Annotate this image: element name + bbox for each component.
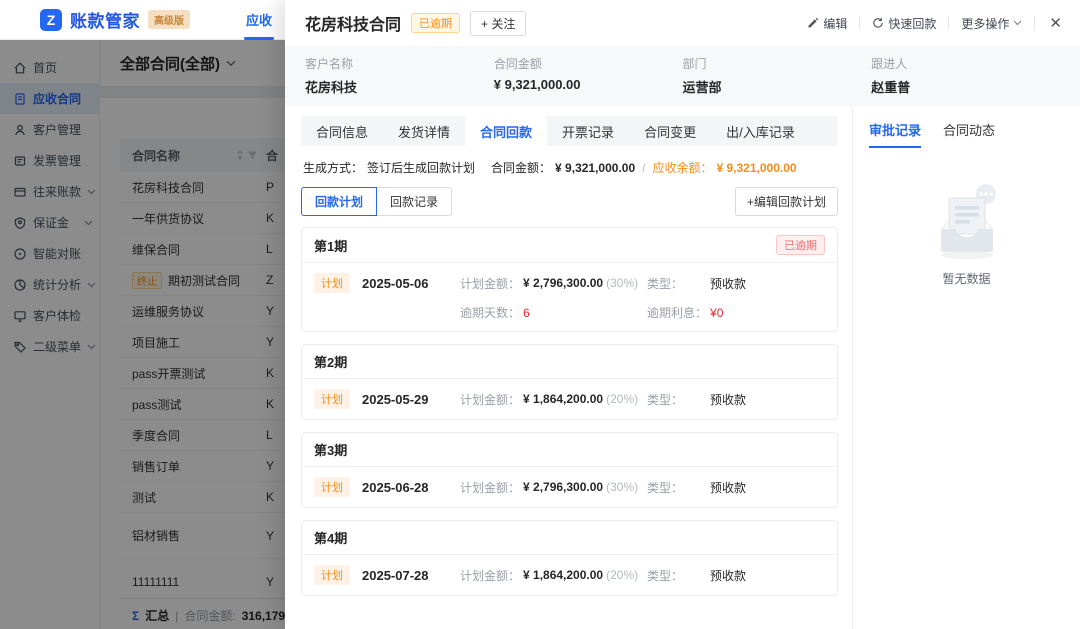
info-customer: 客户名称 花房科技 bbox=[305, 55, 494, 96]
drawer-header: 花房科技合同 已逾期 + 关注 编辑 快速回款 更多操作 ✕ bbox=[285, 0, 1080, 46]
tab-approval-records[interactable]: 审批记录 bbox=[869, 120, 921, 148]
period-title: 第2期 bbox=[314, 352, 347, 371]
tab-contract-activity[interactable]: 合同动态 bbox=[943, 120, 995, 148]
payment-period-card: 第2期 计划 2025-05-29 计划金额：¥ 1,864,200.00(20… bbox=[301, 344, 838, 420]
contract-amount-value: ¥ 9,321,000.00 bbox=[555, 161, 635, 175]
detail-tabs: 合同信息 发货详情 合同回款 开票记录 合同变更 出/入库记录 bbox=[301, 116, 838, 146]
contract-title: 花房科技合同 bbox=[305, 11, 401, 35]
payment-period-card: 第3期 计划 2025-06-28 计划金额：¥ 2,796,300.00(30… bbox=[301, 432, 838, 508]
tab-contract-changes[interactable]: 合同变更 bbox=[629, 116, 711, 146]
period-date: 2025-06-28 bbox=[362, 480, 460, 495]
divider bbox=[1034, 16, 1035, 30]
info-department: 部门 运营部 bbox=[683, 55, 872, 96]
payment-type: 预收款 bbox=[710, 275, 746, 292]
tab-contract-payment[interactable]: 合同回款 bbox=[465, 116, 547, 146]
edit-button[interactable]: 编辑 bbox=[807, 15, 847, 32]
tab-inout-records[interactable]: 出/入库记录 bbox=[711, 116, 810, 146]
app-brand-name: 账款管家 bbox=[70, 7, 140, 32]
plan-amount: ¥ 2,796,300.00 bbox=[523, 480, 603, 494]
period-overdue-badge: 已逾期 bbox=[776, 235, 825, 255]
period-date: 2025-05-29 bbox=[362, 392, 460, 407]
app-logo: Z bbox=[40, 9, 62, 31]
info-amount: 合同金额 ¥ 9,321,000.00 bbox=[494, 55, 683, 96]
pencil-icon bbox=[807, 17, 819, 29]
side-panel-tabs: 审批记录 合同动态 bbox=[869, 120, 1064, 148]
plan-amount: ¥ 1,864,200.00 bbox=[523, 392, 603, 406]
receivable-balance-value: ¥ 9,321,000.00 bbox=[716, 161, 796, 175]
divider bbox=[859, 16, 860, 30]
period-title: 第1期 bbox=[314, 236, 347, 255]
empty-state-text: 暂无数据 bbox=[942, 270, 990, 287]
overdue-interest-value: ¥0 bbox=[710, 306, 723, 320]
close-icon[interactable]: ✕ bbox=[1047, 14, 1064, 32]
plan-amount: ¥ 2,796,300.00 bbox=[523, 276, 603, 290]
toggle-payment-plan[interactable]: 回款计划 bbox=[301, 187, 377, 216]
refresh-icon bbox=[872, 17, 884, 29]
payment-period-card: 第1期 已逾期 计划 2025-05-06 计划金额：¥ 2,796,300.0… bbox=[301, 227, 838, 332]
chevron-down-icon bbox=[1013, 20, 1022, 26]
drawer-side-panel: 审批记录 合同动态 暂无数据 bbox=[852, 106, 1080, 629]
top-nav-receivable[interactable]: 应收 bbox=[232, 0, 286, 40]
payment-type: 预收款 bbox=[710, 567, 746, 584]
plan-tag: 计划 bbox=[314, 565, 350, 585]
payment-period-card: 第4期 计划 2025-07-28 计划金额：¥ 1,864,200.00(20… bbox=[301, 520, 838, 596]
empty-state: 暂无数据 bbox=[869, 182, 1064, 287]
divider bbox=[948, 16, 949, 30]
follow-button[interactable]: + 关注 bbox=[470, 11, 526, 36]
info-follower: 跟进人 赵重普 bbox=[871, 55, 1060, 96]
contract-info-bar: 客户名称 花房科技 合同金额 ¥ 9,321,000.00 部门 运营部 跟进人… bbox=[285, 46, 1080, 106]
period-date: 2025-07-28 bbox=[362, 568, 460, 583]
payment-view-toggle: 回款计划 回款记录 bbox=[301, 187, 452, 216]
drawer-main: 合同信息 发货详情 合同回款 开票记录 合同变更 出/入库记录 生成方式： 签订… bbox=[285, 106, 852, 629]
more-actions-button[interactable]: 更多操作 bbox=[961, 15, 1022, 32]
payment-summary-line: 生成方式： 签订后生成回款计划 合同金额： ¥ 9,321,000.00 / 应… bbox=[303, 159, 836, 176]
plan-tier-badge: 高级版 bbox=[148, 10, 190, 29]
tab-shipping-detail[interactable]: 发货详情 bbox=[383, 116, 465, 146]
payment-type: 预收款 bbox=[710, 391, 746, 408]
contract-detail-drawer: 花房科技合同 已逾期 + 关注 编辑 快速回款 更多操作 ✕ 客户名称 bbox=[285, 0, 1080, 629]
overdue-days-value: 6 bbox=[523, 306, 530, 320]
overdue-status-badge: 已逾期 bbox=[411, 13, 460, 33]
plan-tag: 计划 bbox=[314, 477, 350, 497]
quick-payment-button[interactable]: 快速回款 bbox=[872, 15, 936, 32]
payment-type: 预收款 bbox=[710, 479, 746, 496]
tab-contract-info[interactable]: 合同信息 bbox=[301, 116, 383, 146]
period-title: 第3期 bbox=[314, 440, 347, 459]
tab-invoice-records[interactable]: 开票记录 bbox=[547, 116, 629, 146]
plan-tag: 计划 bbox=[314, 273, 350, 293]
period-date: 2025-05-06 bbox=[362, 276, 460, 291]
drawer-mask[interactable] bbox=[0, 40, 285, 629]
plan-tag: 计划 bbox=[314, 389, 350, 409]
plan-amount: ¥ 1,864,200.00 bbox=[523, 568, 603, 582]
period-title: 第4期 bbox=[314, 528, 347, 547]
toggle-payment-records[interactable]: 回款记录 bbox=[376, 187, 452, 216]
edit-payment-plan-button[interactable]: +编辑回款计划 bbox=[735, 187, 838, 216]
empty-inbox-illustration bbox=[919, 182, 1015, 262]
